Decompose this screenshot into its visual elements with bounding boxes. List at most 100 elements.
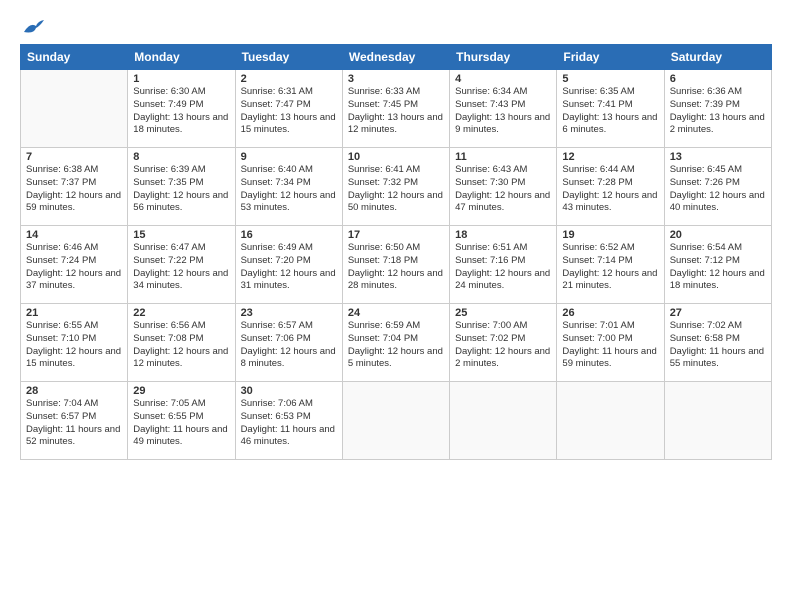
sunrise-text: Sunrise: 6:40 AM [241, 164, 313, 175]
sunrise-text: Sunrise: 6:36 AM [670, 86, 742, 97]
calendar-cell [21, 70, 128, 148]
daylight-text: Daylight: 11 hours and 46 minutes. [241, 424, 335, 448]
day-number: 27 [670, 307, 766, 319]
calendar-cell: 19Sunrise: 6:52 AMSunset: 7:14 PMDayligh… [557, 226, 664, 304]
calendar-cell: 10Sunrise: 6:41 AMSunset: 7:32 PMDayligh… [342, 148, 449, 226]
sunset-text: Sunset: 7:20 PM [241, 255, 311, 266]
cell-info: Sunrise: 7:01 AMSunset: 7:00 PMDaylight:… [562, 320, 658, 371]
daylight-text: Daylight: 11 hours and 49 minutes. [133, 424, 227, 448]
sunrise-text: Sunrise: 6:50 AM [348, 242, 420, 253]
daylight-text: Daylight: 12 hours and 2 minutes. [455, 346, 550, 370]
calendar-cell: 6Sunrise: 6:36 AMSunset: 7:39 PMDaylight… [664, 70, 771, 148]
sunrise-text: Sunrise: 6:57 AM [241, 320, 313, 331]
sunset-text: Sunset: 7:10 PM [26, 333, 96, 344]
calendar-cell: 21Sunrise: 6:55 AMSunset: 7:10 PMDayligh… [21, 304, 128, 382]
sunset-text: Sunset: 7:02 PM [455, 333, 525, 344]
daylight-text: Daylight: 13 hours and 2 minutes. [670, 112, 765, 136]
cell-info: Sunrise: 6:49 AMSunset: 7:20 PMDaylight:… [241, 242, 337, 293]
sunset-text: Sunset: 7:35 PM [133, 177, 203, 188]
sunrise-text: Sunrise: 6:43 AM [455, 164, 527, 175]
daylight-text: Daylight: 12 hours and 40 minutes. [670, 190, 765, 214]
day-number: 11 [455, 151, 551, 163]
sunset-text: Sunset: 6:57 PM [26, 411, 96, 422]
calendar-cell: 18Sunrise: 6:51 AMSunset: 7:16 PMDayligh… [450, 226, 557, 304]
header [20, 18, 772, 36]
daylight-text: Daylight: 12 hours and 28 minutes. [348, 268, 443, 292]
sunset-text: Sunset: 6:58 PM [670, 333, 740, 344]
cell-info: Sunrise: 6:36 AMSunset: 7:39 PMDaylight:… [670, 86, 766, 137]
calendar-week-row: 1Sunrise: 6:30 AMSunset: 7:49 PMDaylight… [21, 70, 772, 148]
day-number: 29 [133, 385, 229, 397]
calendar-cell: 17Sunrise: 6:50 AMSunset: 7:18 PMDayligh… [342, 226, 449, 304]
cell-info: Sunrise: 6:55 AMSunset: 7:10 PMDaylight:… [26, 320, 122, 371]
day-number: 28 [26, 385, 122, 397]
sunrise-text: Sunrise: 6:41 AM [348, 164, 420, 175]
sunset-text: Sunset: 7:47 PM [241, 99, 311, 110]
calendar-cell [557, 382, 664, 460]
day-number: 10 [348, 151, 444, 163]
day-number: 24 [348, 307, 444, 319]
daylight-text: Daylight: 12 hours and 31 minutes. [241, 268, 336, 292]
day-number: 8 [133, 151, 229, 163]
cell-info: Sunrise: 7:06 AMSunset: 6:53 PMDaylight:… [241, 398, 337, 449]
cell-info: Sunrise: 6:34 AMSunset: 7:43 PMDaylight:… [455, 86, 551, 137]
calendar-cell: 12Sunrise: 6:44 AMSunset: 7:28 PMDayligh… [557, 148, 664, 226]
sunset-text: Sunset: 7:00 PM [562, 333, 632, 344]
sunset-text: Sunset: 7:22 PM [133, 255, 203, 266]
calendar-cell: 20Sunrise: 6:54 AMSunset: 7:12 PMDayligh… [664, 226, 771, 304]
sunset-text: Sunset: 7:06 PM [241, 333, 311, 344]
calendar-week-row: 21Sunrise: 6:55 AMSunset: 7:10 PMDayligh… [21, 304, 772, 382]
calendar-cell: 30Sunrise: 7:06 AMSunset: 6:53 PMDayligh… [235, 382, 342, 460]
sunrise-text: Sunrise: 6:47 AM [133, 242, 205, 253]
cell-info: Sunrise: 6:33 AMSunset: 7:45 PMDaylight:… [348, 86, 444, 137]
sunset-text: Sunset: 7:08 PM [133, 333, 203, 344]
cell-info: Sunrise: 7:02 AMSunset: 6:58 PMDaylight:… [670, 320, 766, 371]
daylight-text: Daylight: 13 hours and 6 minutes. [562, 112, 657, 136]
cell-info: Sunrise: 6:59 AMSunset: 7:04 PMDaylight:… [348, 320, 444, 371]
cell-info: Sunrise: 6:47 AM Sunset: 7:22 PM Daylight:… [133, 242, 229, 293]
logo [20, 18, 44, 36]
sunset-text: Sunset: 7:34 PM [241, 177, 311, 188]
sunset-text: Sunset: 7:04 PM [348, 333, 418, 344]
sunrise-text: Sunrise: 7:01 AM [562, 320, 634, 331]
sunset-text: Sunset: 7:26 PM [670, 177, 740, 188]
daylight-text: Daylight: 12 hours and 56 minutes. [133, 190, 228, 214]
daylight-text: Daylight: 13 hours and 9 minutes. [455, 112, 550, 136]
sunrise-text: Sunrise: 6:39 AM [133, 164, 205, 175]
calendar-cell: 2Sunrise: 6:31 AMSunset: 7:47 PMDaylight… [235, 70, 342, 148]
calendar-cell: 4Sunrise: 6:34 AMSunset: 7:43 PMDaylight… [450, 70, 557, 148]
sunrise-text: Sunrise: 6:52 AM [562, 242, 634, 253]
cell-info: Sunrise: 6:45 AMSunset: 7:26 PMDaylight:… [670, 164, 766, 215]
sunrise-text: Sunrise: 6:34 AM [455, 86, 527, 97]
calendar-cell: 28Sunrise: 7:04 AMSunset: 6:57 PMDayligh… [21, 382, 128, 460]
cell-info: Sunrise: 6:50 AMSunset: 7:18 PMDaylight:… [348, 242, 444, 293]
day-number: 17 [348, 229, 444, 241]
sunrise-text: Sunrise: 7:06 AM [241, 398, 313, 409]
daylight-text: Daylight: 12 hours and 34 minutes. [133, 268, 228, 292]
sunset-text: Sunset: 7:12 PM [670, 255, 740, 266]
day-number: 18 [455, 229, 551, 241]
sunrise-text: Sunrise: 6:54 AM [670, 242, 742, 253]
sunset-text: Sunset: 6:55 PM [133, 411, 203, 422]
calendar-cell: 24Sunrise: 6:59 AMSunset: 7:04 PMDayligh… [342, 304, 449, 382]
calendar-cell: 27Sunrise: 7:02 AMSunset: 6:58 PMDayligh… [664, 304, 771, 382]
cell-info: Sunrise: 6:52 AMSunset: 7:14 PMDaylight:… [562, 242, 658, 293]
sunrise-text: Sunrise: 6:35 AM [562, 86, 634, 97]
cell-info: Sunrise: 6:39 AM Sunset: 7:35 PM Daylight:… [133, 164, 229, 215]
daylight-text: Daylight: 12 hours and 21 minutes. [562, 268, 657, 292]
day-number: 6 [670, 73, 766, 85]
calendar-cell: 11Sunrise: 6:43 AMSunset: 7:30 PMDayligh… [450, 148, 557, 226]
sunrise-text: Sunrise: 6:31 AM [241, 86, 313, 97]
cell-info: Sunrise: 6:54 AMSunset: 7:12 PMDaylight:… [670, 242, 766, 293]
day-number: 14 [26, 229, 122, 241]
sunset-text: Sunset: 7:32 PM [348, 177, 418, 188]
calendar-cell: 22Sunrise: 6:56 AMSunset: 7:08 PMDayligh… [128, 304, 235, 382]
calendar-cell: 9Sunrise: 6:40 AMSunset: 7:34 PMDaylight… [235, 148, 342, 226]
calendar-week-row: 14Sunrise: 6:46 AMSunset: 7:24 PMDayligh… [21, 226, 772, 304]
sunrise-text: Sunrise: 6:30 AM [133, 86, 205, 97]
cell-info: Sunrise: 7:00 AM Sunset: 7:02 PM Daylight:… [455, 320, 551, 371]
weekday-header: Thursday [450, 45, 557, 70]
cell-info: Sunrise: 6:38 AMSunset: 7:37 PMDaylight:… [26, 164, 122, 215]
daylight-text: Daylight: 12 hours and 47 minutes. [455, 190, 550, 214]
sunrise-text: Sunrise: 7:00 AM [455, 320, 527, 331]
